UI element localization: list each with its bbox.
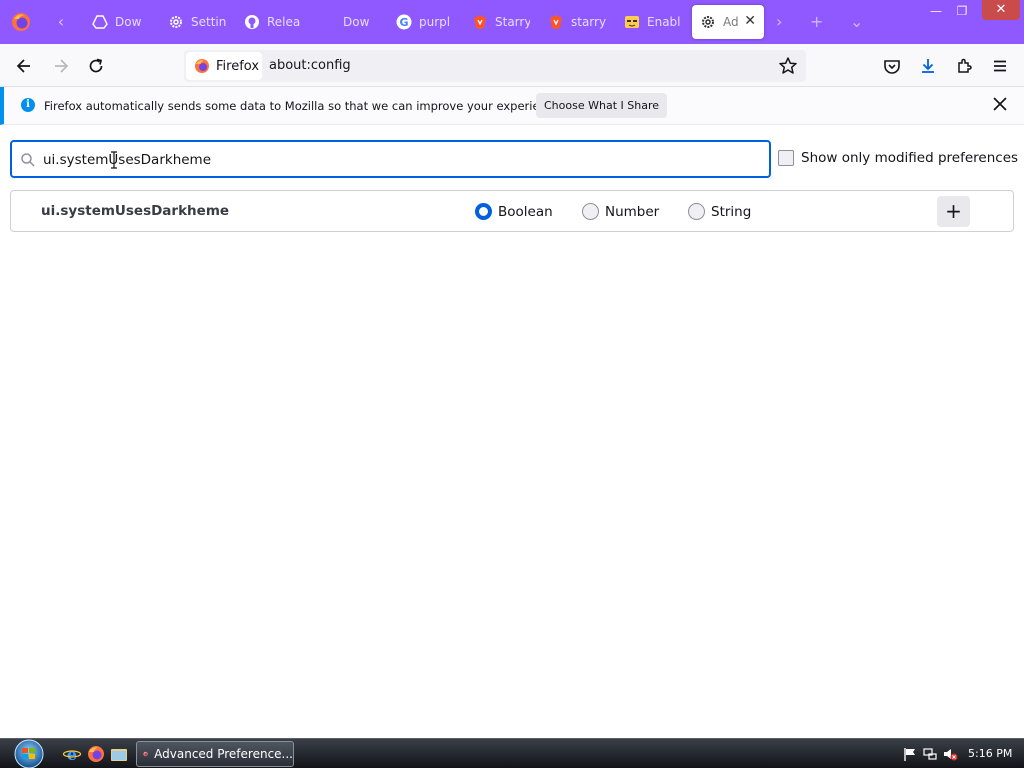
tab-label: purpl (419, 15, 451, 29)
downloads-icon[interactable] (915, 53, 941, 79)
github-icon (244, 14, 260, 30)
taskbar: e Advanced Preference... 5:16 PM (0, 738, 1024, 768)
url-bar[interactable]: Firefox about:config (184, 50, 806, 82)
type-boolean-radio[interactable]: Boolean (475, 203, 553, 220)
url-text[interactable]: about:config (269, 58, 351, 73)
tab-label: Starry (495, 15, 530, 29)
forward-icon[interactable] (48, 53, 74, 79)
back-icon[interactable] (11, 53, 37, 79)
taskbar-firefox-window[interactable]: Advanced Preference... (136, 741, 294, 767)
firefox-icon (143, 751, 148, 757)
restore-icon[interactable]: ❐ (954, 4, 970, 20)
minimize-icon[interactable]: — (928, 4, 944, 20)
google-icon: G (396, 14, 412, 30)
type-label: Boolean (498, 203, 553, 220)
taskbar-clock[interactable]: 5:16 PM (968, 747, 1012, 760)
task-label: Advanced Preference... (154, 747, 293, 761)
brave-icon (472, 14, 488, 30)
tab-releases[interactable]: Relea (236, 5, 302, 39)
svg-text:e: e (67, 745, 77, 763)
internet-explorer-icon[interactable]: e (63, 745, 81, 763)
data-collection-notification: i Firefox automatically sends some data … (0, 87, 1024, 125)
tab-scroll-right-button[interactable]: › (776, 12, 782, 31)
config-search-input[interactable]: ui.systemUsesDarkheme (10, 140, 771, 178)
firefox-quicklaunch-icon[interactable] (87, 745, 105, 763)
action-center-flag-icon[interactable] (902, 746, 918, 762)
modified-only-checkbox[interactable] (778, 150, 794, 166)
firefox-menu-icon[interactable] (10, 11, 32, 33)
tab-label: Relea (267, 15, 301, 29)
identity-box[interactable]: Firefox (186, 52, 262, 80)
tab-label: Dow (343, 15, 370, 29)
type-label: Number (605, 203, 660, 220)
choose-what-i-share-button[interactable]: Choose What I Share (536, 93, 667, 118)
reload-icon[interactable] (83, 53, 109, 79)
gear-icon (700, 14, 716, 30)
bookmark-star-icon[interactable] (778, 56, 798, 76)
tab-settings[interactable]: Settin (160, 5, 232, 39)
folder-icon[interactable] (110, 745, 128, 763)
tab-google-search[interactable]: G purpl (388, 5, 454, 39)
type-number-radio[interactable]: Number (582, 203, 659, 220)
tab-label: Dow (115, 15, 142, 29)
tab-label: Settin (191, 15, 227, 29)
tab-download[interactable]: Dow (312, 5, 378, 39)
type-string-radio[interactable]: String (688, 203, 751, 220)
navigation-toolbar: Firefox about:config (0, 44, 1024, 87)
emoji-icon (624, 14, 640, 30)
radio-unchecked-icon[interactable] (582, 203, 599, 220)
tab-drive[interactable]: Dow (84, 5, 154, 39)
network-icon[interactable] (922, 746, 938, 762)
type-label: String (711, 203, 752, 220)
close-tab-icon[interactable]: ✕ (744, 13, 756, 29)
search-icon (21, 153, 35, 167)
tab-starry-2[interactable]: starry (540, 5, 606, 39)
tab-enable[interactable]: Enabl (616, 5, 684, 39)
identity-label: Firefox (216, 58, 260, 74)
volume-muted-icon[interactable] (942, 746, 958, 762)
tab-scroll-left-button[interactable]: ‹ (52, 12, 70, 32)
windows-start-icon[interactable] (10, 739, 48, 768)
tab-label: Enabl (647, 15, 681, 29)
tab-label: starry (571, 15, 606, 29)
info-icon: i (21, 98, 35, 112)
firefox-icon (195, 59, 209, 73)
extensions-icon[interactable] (951, 53, 977, 79)
svg-text:G: G (399, 16, 408, 29)
new-tab-icon[interactable]: + (810, 12, 823, 31)
modified-only-label: Show only modified preferences (801, 150, 1019, 166)
pocket-icon[interactable] (879, 53, 905, 79)
radio-checked-icon[interactable] (475, 203, 492, 220)
show-modified-only-toggle[interactable]: Show only modified preferences (778, 150, 1018, 166)
drive-icon (92, 14, 108, 30)
radio-unchecked-icon[interactable] (688, 203, 705, 220)
preference-name: ui.systemUsesDarkheme (41, 203, 230, 219)
tab-advanced-preferences[interactable]: Ad ✕ (692, 5, 764, 39)
app-menu-icon[interactable] (987, 53, 1013, 79)
tab-strip: ‹ Dow Settin Relea Dow G purpl Starry st… (0, 0, 1024, 44)
close-icon[interactable] (990, 94, 1010, 114)
gear-icon (168, 14, 184, 30)
window-close-button[interactable]: ✕ (982, 0, 1020, 20)
list-all-tabs-icon[interactable]: ⌄ (850, 12, 863, 31)
notification-message: Firefox automatically sends some data to… (44, 99, 564, 113)
download-icon (320, 14, 336, 30)
search-value[interactable]: ui.systemUsesDarkheme (43, 152, 211, 168)
tab-label: Ad (723, 15, 739, 29)
text-cursor-icon (111, 151, 117, 169)
brave-icon (548, 14, 564, 30)
add-preference-button[interactable]: + (937, 196, 970, 227)
new-preference-row: ui.systemUsesDarkheme Boolean Number Str… (10, 190, 1014, 232)
tab-starry-1[interactable]: Starry (464, 5, 530, 39)
